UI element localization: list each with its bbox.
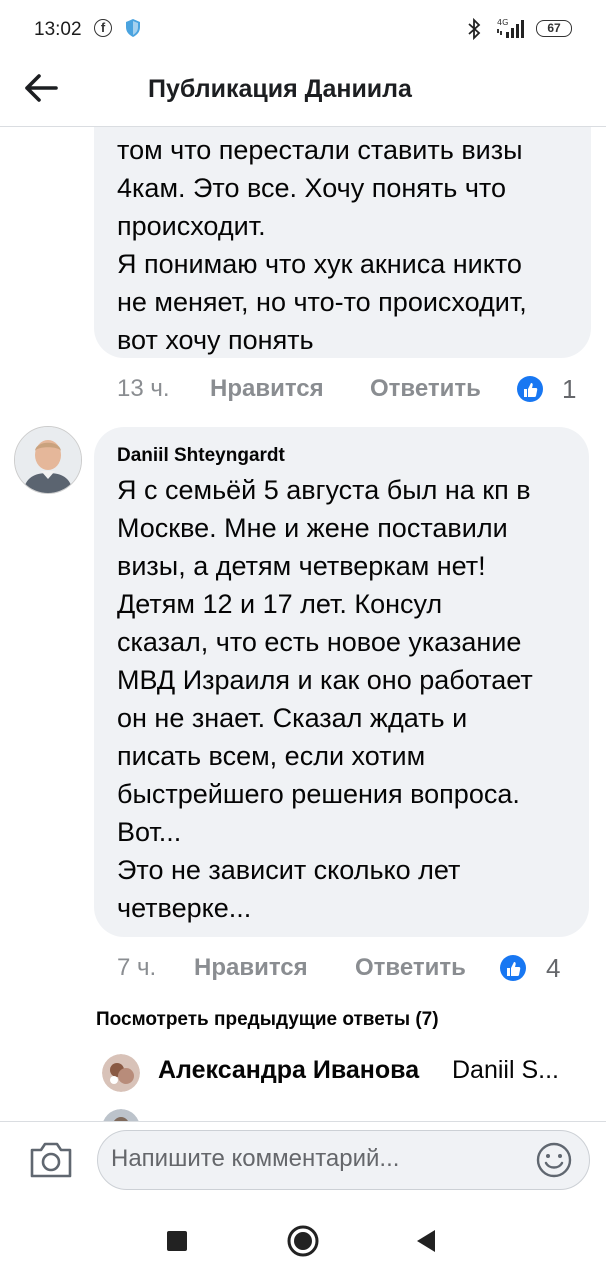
like-button[interactable]: Нравится (210, 369, 324, 409)
app-bar: Публикация Даниила (0, 58, 606, 127)
recent-apps-icon[interactable] (166, 1230, 188, 1252)
comment-actions: 13 ч. Нравится Ответить 1 (0, 369, 606, 409)
comment-author[interactable]: Daniil Shteyngardt (117, 441, 569, 471)
system-navigation-bar (0, 1201, 606, 1280)
network-type-label: 4G (497, 18, 508, 27)
comment-input-placeholder: Напишите комментарий... (111, 1145, 400, 1172)
back-arrow-icon[interactable] (22, 72, 62, 104)
back-icon[interactable] (414, 1228, 438, 1254)
comment-actions: 7 ч. Нравится Ответить 4 (0, 948, 606, 988)
camera-icon[interactable] (28, 1140, 74, 1180)
facebook-notification-icon: f (94, 19, 112, 37)
like-button[interactable]: Нравится (194, 948, 308, 988)
reaction-count: 4 (546, 953, 561, 983)
cellular-signal-icon: 4G (497, 18, 524, 38)
status-bar: 13:02 f 4G 67 (0, 0, 606, 58)
battery-level: 67 (547, 21, 561, 35)
like-reaction-icon[interactable] (500, 955, 526, 981)
like-reaction-icon[interactable] (517, 376, 543, 402)
battery-icon: 67 (536, 20, 572, 37)
comment-text: том что перестали ставить визы 4кам. Это… (117, 135, 527, 355)
status-time: 13:02 (34, 19, 82, 40)
view-previous-replies-link[interactable]: Посмотреть предыдущие ответы (7) (96, 1009, 439, 1031)
comment-bubble: том что перестали ставить визы 4кам. Это… (94, 127, 591, 358)
comment-time: 13 ч. (117, 375, 170, 402)
avatar[interactable] (14, 426, 82, 494)
avatar (102, 1109, 140, 1121)
home-icon[interactable] (286, 1224, 320, 1258)
reply-preview-text: Daniil S... (452, 1056, 559, 1084)
comment-bubble: Daniil Shteyngardt Я с семьёй 5 августа … (94, 427, 589, 937)
comment-text: Я с семьёй 5 августа был на кп в Москве.… (117, 475, 533, 923)
reply-preview[interactable] (102, 1107, 582, 1121)
reply-author[interactable]: Александра Иванова (158, 1056, 419, 1085)
comment-time: 7 ч. (117, 954, 157, 981)
page-title: Публикация Даниила (148, 75, 412, 103)
bluetooth-icon (468, 17, 481, 41)
reaction-count: 1 (562, 374, 577, 404)
comment-input[interactable]: Напишите комментарий... (97, 1130, 590, 1190)
reply-preview[interactable]: Александра Иванова Daniil S... (102, 1052, 582, 1096)
shield-icon (126, 19, 140, 37)
comment-composer: Напишите комментарий... (0, 1121, 606, 1202)
reply-button[interactable]: Ответить (355, 948, 466, 988)
comments-feed[interactable]: том что перестали ставить визы 4кам. Это… (0, 127, 606, 1121)
reply-button[interactable]: Ответить (370, 369, 481, 409)
avatar (102, 1054, 140, 1092)
emoji-icon[interactable] (535, 1141, 573, 1179)
